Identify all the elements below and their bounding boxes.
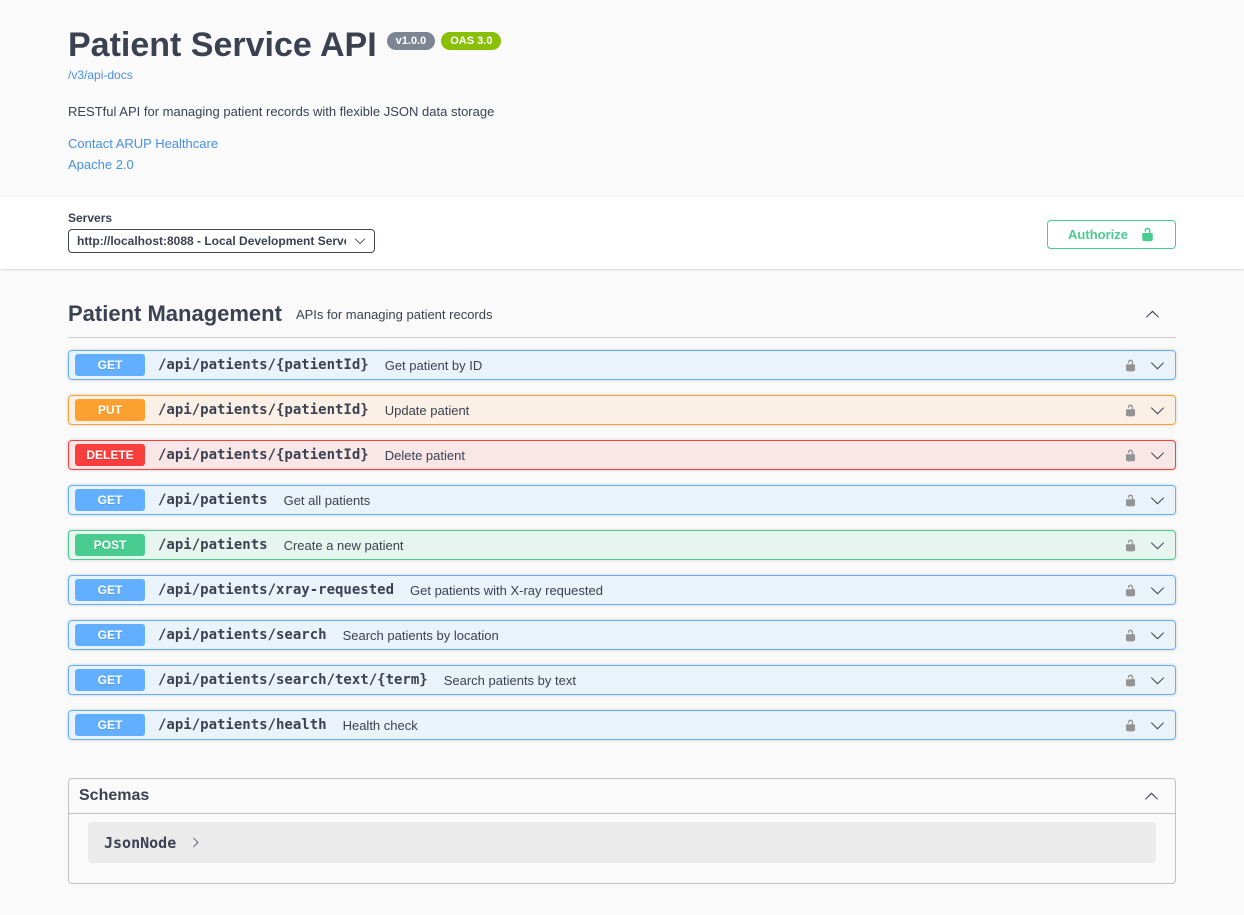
authorize-button[interactable]: Authorize (1047, 220, 1176, 249)
operations-list: GET /api/patients/{patientId} Get patien… (68, 350, 1176, 740)
schema-model-row[interactable]: JsonNode (88, 822, 1156, 863)
chevron-right-icon[interactable] (190, 837, 201, 848)
scheme-container: Servers http://localhost:8088 - Local De… (0, 196, 1244, 269)
chevron-down-icon[interactable] (1150, 493, 1165, 508)
endpoint-path: /api/patients/{patientId} (158, 357, 369, 373)
method-badge: GET (75, 579, 145, 601)
lock-icon[interactable] (1124, 448, 1137, 463)
method-badge: GET (75, 489, 145, 511)
lock-icon[interactable] (1124, 493, 1137, 508)
api-description: RESTful API for managing patient records… (68, 104, 1176, 119)
chevron-down-icon[interactable] (1150, 538, 1165, 553)
endpoint-path: /api/patients/health (158, 717, 327, 733)
operation-summary[interactable]: GET /api/patients/search/text/{term} Sea… (69, 666, 1175, 694)
chevron-up-icon[interactable] (1145, 307, 1160, 322)
operation-row: DELETE /api/patients/{patientId} Delete … (68, 440, 1176, 470)
operation-summary[interactable]: GET /api/patients/{patientId} Get patien… (69, 351, 1175, 379)
authorize-label: Authorize (1068, 227, 1128, 242)
method-badge: GET (75, 624, 145, 646)
servers-group: Servers http://localhost:8088 - Local De… (68, 211, 375, 253)
schemas-header[interactable]: Schemas (69, 779, 1175, 814)
schema-model-name: JsonNode (104, 834, 176, 852)
contact-link[interactable]: Contact ARUP Healthcare (68, 136, 1176, 151)
endpoint-summary: Health check (343, 718, 418, 733)
chevron-down-icon[interactable] (1150, 358, 1165, 373)
tag-section-header[interactable]: Patient Management APIs for managing pat… (68, 301, 1176, 338)
operation-row: GET /api/patients/search/text/{term} Sea… (68, 665, 1176, 695)
method-badge: DELETE (75, 444, 145, 466)
operation-summary[interactable]: POST /api/patients Create a new patient (69, 531, 1175, 559)
method-badge: PUT (75, 399, 145, 421)
chevron-down-icon[interactable] (1150, 403, 1165, 418)
operation-summary[interactable]: GET /api/patients/xray-requested Get pat… (69, 576, 1175, 604)
chevron-up-icon[interactable] (1144, 789, 1159, 804)
method-badge: GET (75, 669, 145, 691)
info-header: Patient Service API v1.0.0 OAS 3.0 /v3/a… (0, 0, 1244, 196)
operation-row: PUT /api/patients/{patientId} Update pat… (68, 395, 1176, 425)
method-badge: POST (75, 534, 145, 556)
operation-row: GET /api/patients/xray-requested Get pat… (68, 575, 1176, 605)
endpoint-path: /api/patients/xray-requested (158, 582, 394, 598)
endpoint-summary: Delete patient (385, 448, 465, 463)
operation-summary[interactable]: GET /api/patients/search Search patients… (69, 621, 1175, 649)
lock-icon[interactable] (1124, 538, 1137, 553)
schemas-title: Schemas (79, 787, 149, 805)
tag-description: APIs for managing patient records (296, 307, 493, 322)
endpoint-summary: Get patient by ID (385, 358, 483, 373)
endpoint-path: /api/patients (158, 492, 268, 508)
operation-summary[interactable]: PUT /api/patients/{patientId} Update pat… (69, 396, 1175, 424)
endpoint-path: /api/patients/{patientId} (158, 447, 369, 463)
lock-icon[interactable] (1124, 628, 1137, 643)
chevron-down-icon[interactable] (1150, 448, 1165, 463)
endpoint-path: /api/patients/search/text/{term} (158, 672, 428, 688)
operation-summary[interactable]: DELETE /api/patients/{patientId} Delete … (69, 441, 1175, 469)
lock-icon[interactable] (1124, 403, 1137, 418)
license-link[interactable]: Apache 2.0 (68, 157, 1176, 172)
endpoint-path: /api/patients (158, 537, 268, 553)
endpoint-path: /api/patients/search (158, 627, 327, 643)
chevron-down-icon[interactable] (1150, 583, 1165, 598)
lock-icon[interactable] (1124, 673, 1137, 688)
operation-summary[interactable]: GET /api/patients/health Health check (69, 711, 1175, 739)
endpoint-summary: Create a new patient (284, 538, 404, 553)
operation-row: GET /api/patients/search Search patients… (68, 620, 1176, 650)
lock-icon[interactable] (1124, 358, 1137, 373)
lock-icon[interactable] (1124, 718, 1137, 733)
method-badge: GET (75, 714, 145, 736)
unlocked-padlock-icon (1140, 226, 1155, 243)
chevron-down-icon[interactable] (1150, 718, 1165, 733)
endpoint-summary: Search patients by location (343, 628, 499, 643)
page-title: Patient Service API (68, 26, 377, 65)
endpoint-summary: Get patients with X-ray requested (410, 583, 603, 598)
endpoint-summary: Update patient (385, 403, 470, 418)
oas-badge: OAS 3.0 (441, 32, 501, 50)
tag-title: Patient Management (68, 301, 282, 327)
schemas-list: JsonNode (69, 814, 1175, 883)
operation-row: POST /api/patients Create a new patient (68, 530, 1176, 560)
chevron-down-icon[interactable] (1150, 628, 1165, 643)
method-badge: GET (75, 354, 145, 376)
version-badge: v1.0.0 (387, 32, 436, 50)
server-select[interactable]: http://localhost:8088 - Local Developmen… (68, 229, 375, 253)
operation-row: GET /api/patients/{patientId} Get patien… (68, 350, 1176, 380)
operation-row: GET /api/patients Get all patients (68, 485, 1176, 515)
endpoint-summary: Get all patients (284, 493, 371, 508)
lock-icon[interactable] (1124, 583, 1137, 598)
endpoint-path: /api/patients/{patientId} (158, 402, 369, 418)
operation-summary[interactable]: GET /api/patients Get all patients (69, 486, 1175, 514)
operation-row: GET /api/patients/health Health check (68, 710, 1176, 740)
endpoint-summary: Search patients by text (444, 673, 576, 688)
schemas-section: Schemas JsonNode (68, 778, 1176, 884)
chevron-down-icon[interactable] (1150, 673, 1165, 688)
spec-doc-link[interactable]: /v3/api-docs (68, 68, 133, 82)
servers-label: Servers (68, 211, 375, 225)
